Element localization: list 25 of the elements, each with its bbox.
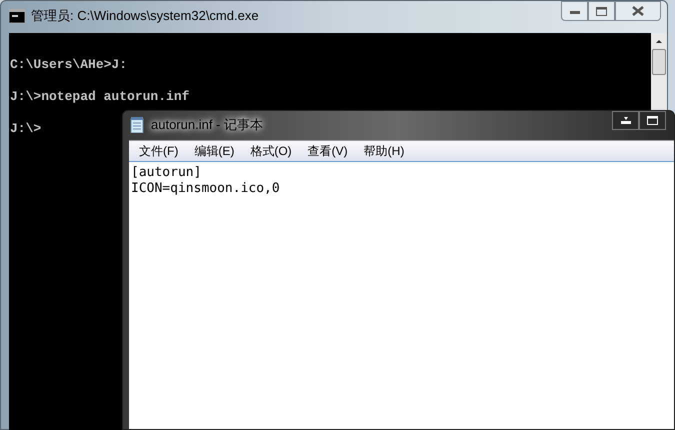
notepad-icon bbox=[130, 117, 144, 133]
maximize-button[interactable] bbox=[639, 111, 666, 130]
text-area[interactable]: [autorun] ICON=qinsmoon.ico,0 bbox=[129, 162, 674, 197]
minimize-button[interactable] bbox=[612, 111, 639, 130]
scroll-thumb[interactable] bbox=[652, 49, 666, 75]
scrollbar[interactable] bbox=[651, 33, 667, 109]
minimize-icon bbox=[570, 8, 580, 14]
maximize-icon bbox=[596, 6, 607, 16]
console-line: C:\Users\AHe>J: bbox=[10, 57, 128, 72]
minimize-button[interactable] bbox=[561, 1, 588, 21]
menu-item[interactable]: 查看(V) bbox=[300, 142, 355, 160]
menu-item[interactable]: 格式(O) bbox=[243, 142, 299, 160]
minimize-icon bbox=[620, 117, 630, 124]
console-line: J:\> bbox=[10, 121, 42, 136]
console-icon bbox=[9, 9, 25, 23]
menu-item[interactable]: 编辑(E) bbox=[187, 142, 242, 160]
console-line: J:\>notepad autorun.inf bbox=[10, 89, 190, 104]
window-title: autorun.inf - 记事本 bbox=[151, 116, 263, 134]
close-button[interactable] bbox=[615, 1, 661, 21]
maximize-icon bbox=[647, 116, 658, 125]
maximize-button[interactable] bbox=[588, 1, 615, 21]
window-title: 管理员: C:\Windows\system32\cmd.exe bbox=[31, 7, 259, 26]
menu-item[interactable]: 帮助(H) bbox=[356, 142, 412, 160]
close-icon bbox=[632, 6, 644, 16]
menu-item[interactable]: 文件(F) bbox=[132, 142, 186, 160]
